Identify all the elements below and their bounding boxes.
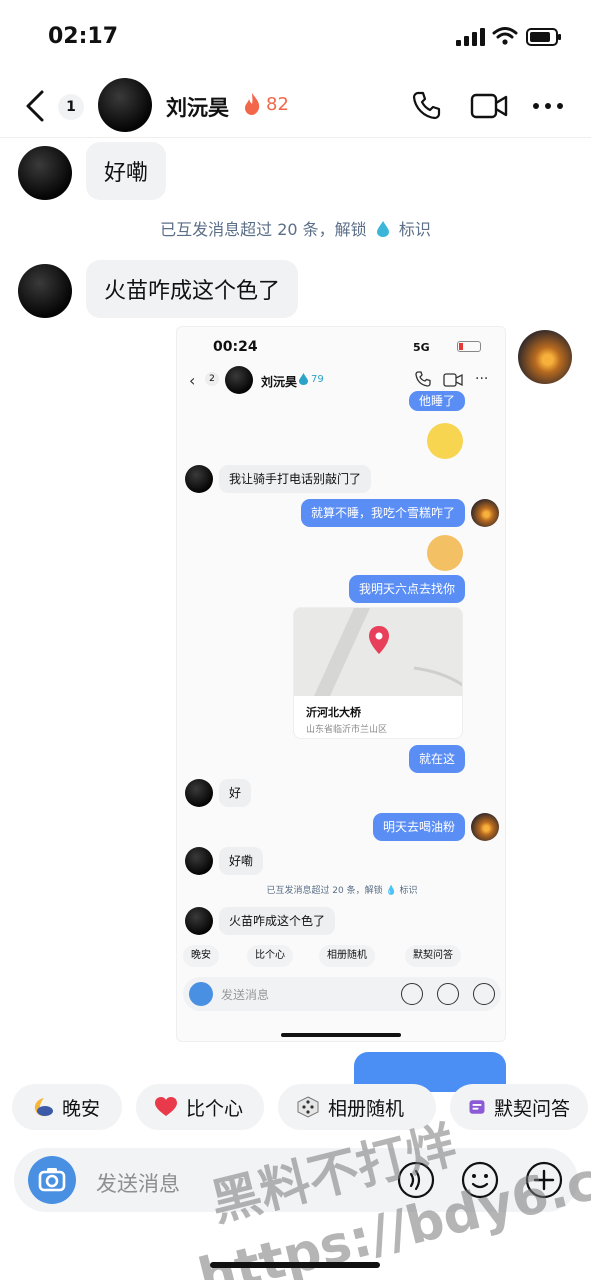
unread-badge: 1 [58,94,84,120]
camera-icon [38,1168,66,1192]
shot-bubble-out: 他睡了 [408,391,465,411]
system-notice-suffix: 标识 [398,220,431,239]
flame-icon [245,93,260,115]
shot-avatar [225,366,253,394]
shot-emoji-icon [437,983,459,1005]
shot-home-indicator [281,1033,401,1037]
shot-my-avatar [471,499,499,527]
shot-dog-sticker [427,535,463,571]
message-bubble-incoming[interactable]: 火苗咋成这个色了 [86,260,299,318]
shot-voice-icon [401,983,423,1005]
back-icon[interactable] [22,88,50,124]
shot-bubble-out: 我明天六点去找你 [348,575,465,603]
voice-icon[interactable] [396,1160,436,1200]
message-text: 火苗咋成这个色了 [104,279,281,304]
shot-streak: 79 [311,374,324,385]
shot-map-title: 沂河北大桥 [306,706,361,719]
shot-more-icon: ··· [475,371,489,387]
system-notice-text: 已互发消息超过 20 条，解锁 [160,220,367,239]
shot-input-bar: 发送消息 [183,977,501,1011]
quick-reply-heart[interactable]: 比个心 [136,1084,264,1130]
contact-avatar-msg[interactable] [18,146,72,200]
shot-my-avatar [471,813,499,841]
contact-name[interactable]: 刘沅昊 [166,92,229,122]
shot-quick-reply: 默契问答 [405,945,461,967]
message-input-bar[interactable]: 发送消息 [14,1148,578,1212]
quick-reply-random-album[interactable]: 相册随机 [278,1084,436,1130]
shot-quick-reply: 相册随机 [319,945,375,967]
water-drop-icon [376,221,389,237]
system-notice: 已互发消息超过 20 条，解锁 标识 [0,216,591,240]
shot-bubble-in: 好 [219,779,252,807]
more-icon[interactable] [532,94,564,118]
video-call-icon[interactable] [470,92,508,120]
quick-reply-tacit-quiz[interactable]: 默契问答 [450,1084,588,1130]
shot-quick-reply: 晚安 [183,945,219,967]
shot-back-icon: ‹ [189,371,196,390]
shot-bubble-in: 我让骑手打电话别敲门了 [219,465,372,493]
chat-header: 1 刘沅昊 82 [0,74,591,138]
quick-reply-label: 相册随机 [328,1097,405,1120]
dice-icon [297,1096,319,1118]
shot-plus-icon [473,983,495,1005]
my-avatar[interactable] [518,330,572,384]
shot-bubble-in: 火苗咋成这个色了 [219,907,336,935]
shot-contact-avatar [185,465,213,493]
question-box-icon [469,1100,485,1114]
shot-bubble-out: 明天去喝油粉 [372,813,465,841]
camera-button[interactable] [28,1156,76,1204]
emoji-icon[interactable] [460,1160,500,1200]
shot-name: 刘沅昊 [261,375,298,389]
shot-time: 00:24 [213,339,258,355]
message-text: 好嘞 [104,161,149,186]
shot-bubble-out: 就在这 [408,745,465,773]
home-indicator [210,1262,380,1268]
signal-icon [456,28,485,46]
quick-reply-label: 默契问答 [493,1097,570,1120]
shot-bubble-in: 好嘞 [219,847,264,875]
status-bar: 02:17 [0,0,591,74]
phone-icon[interactable] [412,90,442,120]
contact-avatar-msg[interactable] [18,264,72,318]
plus-icon[interactable] [524,1160,564,1200]
message-input[interactable]: 发送消息 [96,1168,180,1198]
streak-count: 82 [266,94,289,115]
shot-map-image [294,608,462,696]
shot-video-icon [443,373,463,387]
shot-quick-reply: 比个心 [247,945,293,967]
message-bubble-incoming[interactable]: 好嘞 [86,142,167,200]
quick-reply-label: 晚安 [62,1097,101,1120]
shot-system-notice: 已互发消息超过 20 条，解锁 💧 标识 [266,886,418,896]
shot-map-address: 山东省临沂市兰山区 [306,725,388,735]
quick-reply-label: 比个心 [186,1097,244,1120]
status-time: 02:17 [48,24,119,49]
shot-emoji-sticker [427,423,463,459]
shot-contact-avatar [185,847,213,875]
shot-network: 5G [413,341,430,354]
battery-icon [526,28,561,46]
shot-camera-icon [189,982,213,1006]
shot-drop-icon [299,373,308,385]
shot-unread: 2 [205,372,219,386]
quick-reply-goodnight[interactable]: 晚安 [12,1084,122,1130]
shot-bubble-out: 就算不睡，我吃个雪糕咋了 [300,499,465,527]
wifi-icon [492,27,518,45]
shot-battery-icon [457,341,481,352]
shot-phone-icon [415,371,431,387]
shot-input-placeholder: 发送消息 [221,988,270,1002]
shot-contact-avatar [185,907,213,935]
shared-screenshot-image[interactable]: 00:24 5G ‹ 2 刘沅昊 79 ··· 他睡了 我让骑手打电话别敲门了 … [176,326,506,1042]
shot-location-card: 沂河北大桥 山东省临沂市兰山区 [293,607,463,739]
shot-contact-avatar [185,779,213,807]
moon-icon [34,1098,53,1117]
heart-icon [155,1097,177,1116]
contact-avatar[interactable] [98,78,152,132]
